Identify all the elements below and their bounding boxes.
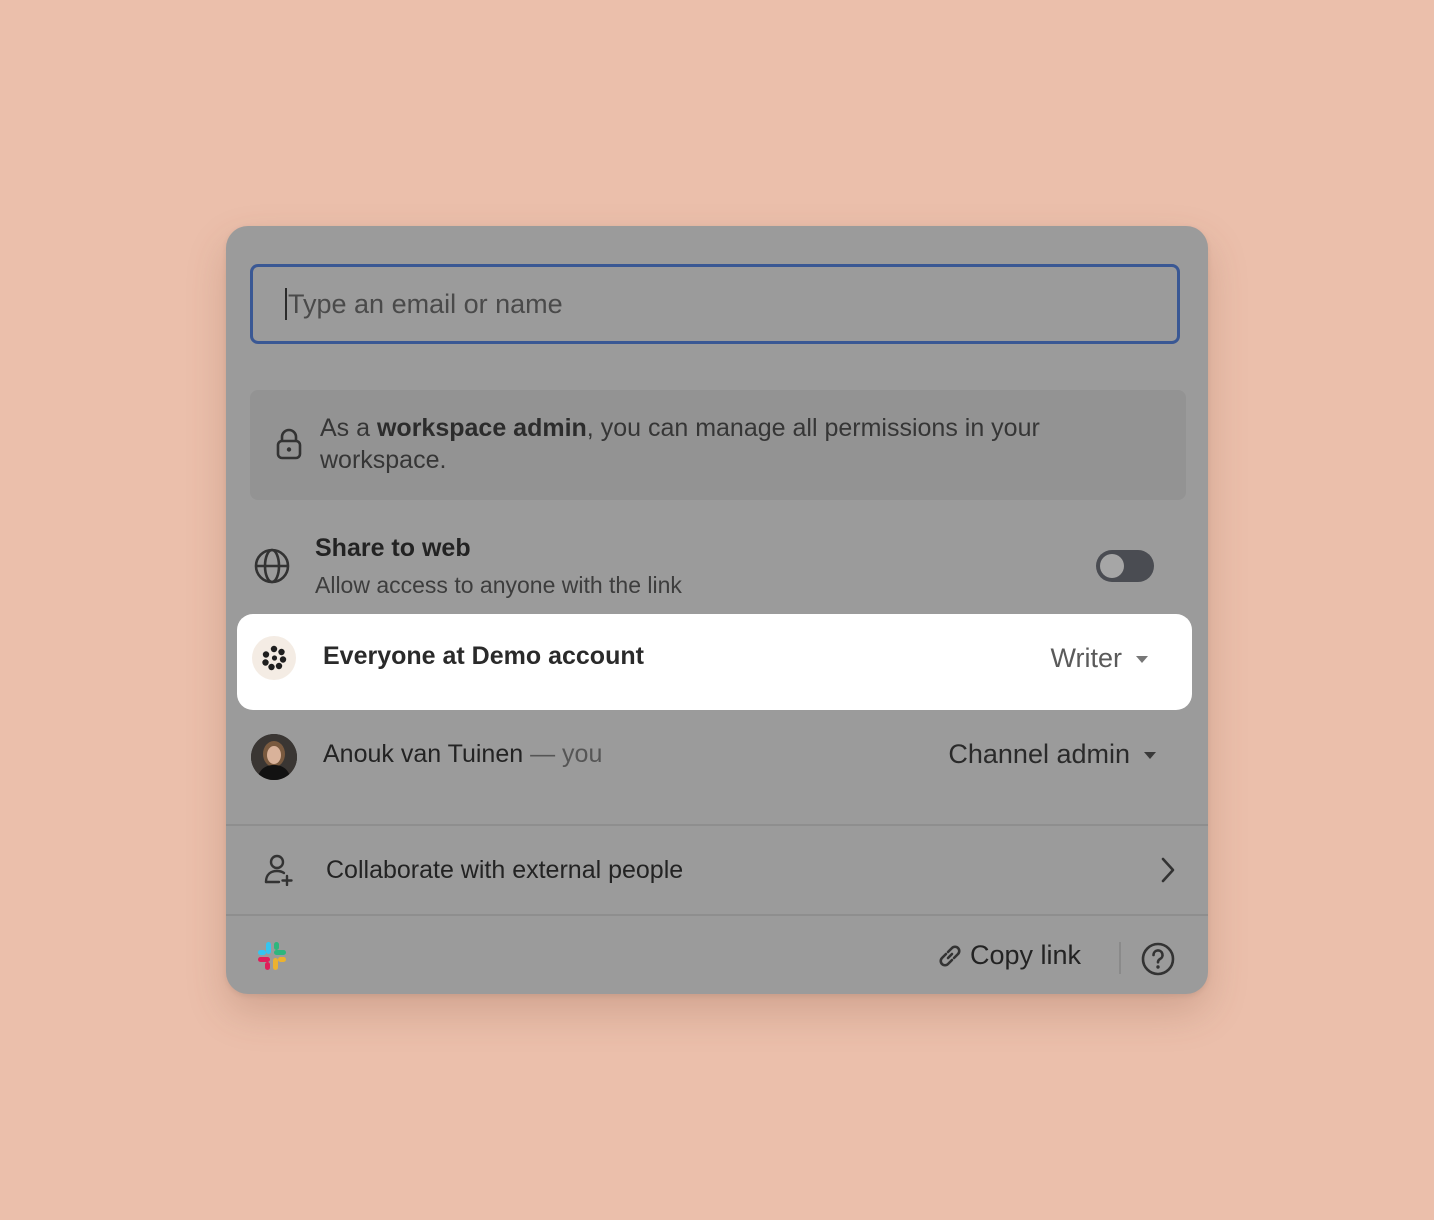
role-label: Channel admin xyxy=(948,739,1130,769)
dialog-footer: Copy link xyxy=(226,916,1208,994)
role-dropdown[interactable]: Writer xyxy=(1050,643,1148,674)
member-name: Anouk van Tuinen — you xyxy=(323,740,602,769)
chevron-right-icon xyxy=(1161,857,1175,883)
globe-icon xyxy=(254,548,290,584)
you-suffix: — you xyxy=(530,740,603,768)
org-logo-icon xyxy=(252,636,296,680)
caret-down-icon xyxy=(1136,656,1148,663)
copy-link-label: Copy link xyxy=(970,940,1082,970)
admin-notice-prefix: As a xyxy=(320,414,377,442)
member-row-everyone: Everyone at Demo account Writer xyxy=(237,614,1192,710)
link-icon xyxy=(939,944,961,967)
share-to-web-toggle[interactable] xyxy=(1096,550,1154,582)
email-input-field[interactable] xyxy=(250,264,1180,344)
add-person-icon xyxy=(264,854,293,886)
admin-notice-text: As a workspace admin, you can manage all… xyxy=(320,412,1140,476)
toggle-knob xyxy=(1100,554,1124,578)
admin-notice: As a workspace admin, you can manage all… xyxy=(250,390,1186,500)
member-name: Everyone at Demo account xyxy=(323,642,644,670)
role-label: Writer xyxy=(1050,643,1123,673)
footer-separator xyxy=(1119,942,1121,974)
user-avatar xyxy=(251,734,297,780)
role-dropdown[interactable]: Channel admin xyxy=(948,739,1156,770)
slack-icon[interactable] xyxy=(256,940,288,972)
admin-notice-role: workspace admin xyxy=(376,414,587,442)
share-to-web-row: Share to web Allow access to anyone with… xyxy=(226,526,1208,610)
copy-link-button[interactable]: Copy link xyxy=(936,940,1081,971)
help-icon[interactable] xyxy=(1141,942,1175,976)
text-caret xyxy=(285,288,287,320)
lock-icon xyxy=(276,428,302,460)
member-row-user: Anouk van Tuinen — you Channel admin xyxy=(226,722,1208,792)
caret-down-icon xyxy=(1144,752,1156,759)
share-dialog: As a workspace admin, you can manage all… xyxy=(226,226,1208,994)
member-name-text: Anouk van Tuinen xyxy=(323,740,524,768)
collaborate-external-button[interactable]: Collaborate with external people xyxy=(226,826,1208,914)
email-input[interactable] xyxy=(288,288,1088,320)
collaborate-external-label: Collaborate with external people xyxy=(326,856,684,884)
share-to-web-title: Share to web xyxy=(315,534,471,562)
share-to-web-subtitle: Allow access to anyone with the link xyxy=(315,572,682,598)
